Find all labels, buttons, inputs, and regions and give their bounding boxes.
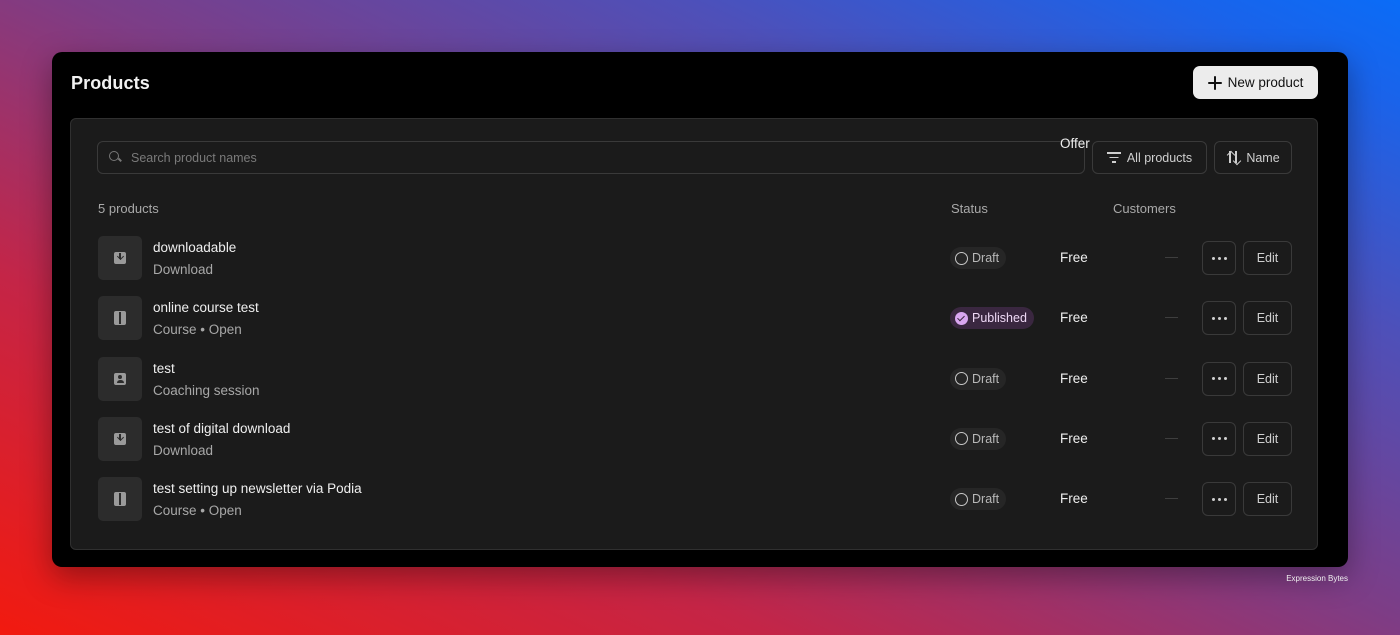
page-title: Products <box>71 73 150 93</box>
product-row[interactable]: downloadable Download Draft Free Edit <box>71 233 1319 283</box>
status-label: Published <box>972 311 1027 326</box>
column-customers: Customers <box>1113 201 1176 216</box>
customers-value <box>1165 437 1178 439</box>
sort-label: Name <box>1246 150 1280 165</box>
more-actions-button[interactable] <box>1202 482 1236 517</box>
download-icon <box>114 252 126 264</box>
sort-button[interactable]: Name <box>1214 141 1292 174</box>
course-icon <box>114 311 126 326</box>
customers-value <box>1165 377 1178 379</box>
product-thumbnail <box>98 296 142 341</box>
edit-button[interactable]: Edit <box>1243 301 1292 336</box>
watermark: Expression Bytes <box>1286 574 1348 583</box>
product-subtitle: Course • Open <box>153 503 242 519</box>
offer-value: Free <box>1060 430 1088 446</box>
product-row[interactable]: test Coaching session Draft Free Edit <box>71 354 1319 404</box>
circle-icon <box>955 492 968 506</box>
status-badge: Draft <box>950 247 1007 269</box>
more-actions-button[interactable] <box>1202 421 1236 456</box>
product-name[interactable]: downloadable <box>153 240 236 255</box>
product-name[interactable]: test of digital download <box>153 421 290 436</box>
more-actions-button[interactable] <box>1202 361 1236 396</box>
edit-button[interactable]: Edit <box>1243 421 1292 456</box>
check-circle-icon <box>955 311 968 325</box>
product-thumbnail <box>98 416 142 461</box>
filter-icon <box>1106 152 1121 163</box>
filter-label: All products <box>1126 150 1193 165</box>
products-panel: All products Name 5 products Status Offe… <box>70 118 1318 550</box>
offer-value: Free <box>1060 370 1088 386</box>
product-name[interactable]: online course test <box>153 300 259 315</box>
status-badge: Published <box>950 307 1034 330</box>
course-icon <box>114 492 126 507</box>
status-label: Draft <box>972 251 1000 265</box>
download-icon <box>114 432 126 445</box>
status-label: Draft <box>972 492 1000 507</box>
products-window: Products New product All products Name 5… <box>52 52 1348 567</box>
customers-value <box>1165 498 1178 500</box>
status-label: Draft <box>972 371 1000 386</box>
circle-icon <box>955 432 968 446</box>
plus-icon <box>1207 75 1222 90</box>
product-count: 5 products <box>98 201 159 216</box>
product-thumbnail <box>98 236 142 280</box>
product-name[interactable]: test setting up newsletter via Podia <box>153 481 362 496</box>
coaching-icon <box>114 372 126 385</box>
circle-icon <box>955 251 968 265</box>
product-thumbnail <box>98 477 142 522</box>
offer-value: Free <box>1060 310 1088 326</box>
product-row[interactable]: test of digital download Download Draft … <box>71 414 1319 464</box>
circle-icon <box>955 372 968 386</box>
product-subtitle: Course • Open <box>153 322 242 338</box>
customers-value <box>1165 257 1178 258</box>
product-subtitle: Download <box>153 262 214 277</box>
filter-button[interactable]: All products <box>1092 141 1207 174</box>
more-actions-button[interactable] <box>1202 301 1236 336</box>
column-status: Status <box>951 201 988 216</box>
product-subtitle: Coaching session <box>153 382 260 398</box>
product-thumbnail <box>98 356 142 401</box>
status-badge: Draft <box>950 488 1007 511</box>
product-name[interactable]: test <box>153 361 175 376</box>
status-label: Draft <box>972 431 1000 446</box>
edit-button[interactable]: Edit <box>1243 361 1292 396</box>
offer-value: Free <box>1060 491 1088 507</box>
edit-button[interactable]: Edit <box>1243 482 1292 517</box>
product-row[interactable]: online course test Course • Open Publish… <box>71 293 1319 343</box>
new-product-label: New product <box>1227 75 1304 90</box>
search-input[interactable] <box>131 150 1031 165</box>
product-subtitle: Download <box>153 442 214 458</box>
search-icon <box>109 151 122 164</box>
more-actions-button[interactable] <box>1202 241 1236 275</box>
customers-value <box>1165 317 1178 319</box>
edit-button[interactable]: Edit <box>1243 241 1292 275</box>
status-badge: Draft <box>950 427 1007 450</box>
column-offer: Offer <box>1060 136 1090 151</box>
product-row[interactable]: test setting up newsletter via Podia Cou… <box>71 474 1319 524</box>
sort-icon <box>1226 151 1240 164</box>
new-product-button[interactable]: New product <box>1193 66 1318 99</box>
search-field[interactable] <box>97 141 1085 174</box>
status-badge: Draft <box>950 367 1007 390</box>
offer-value: Free <box>1060 250 1088 265</box>
